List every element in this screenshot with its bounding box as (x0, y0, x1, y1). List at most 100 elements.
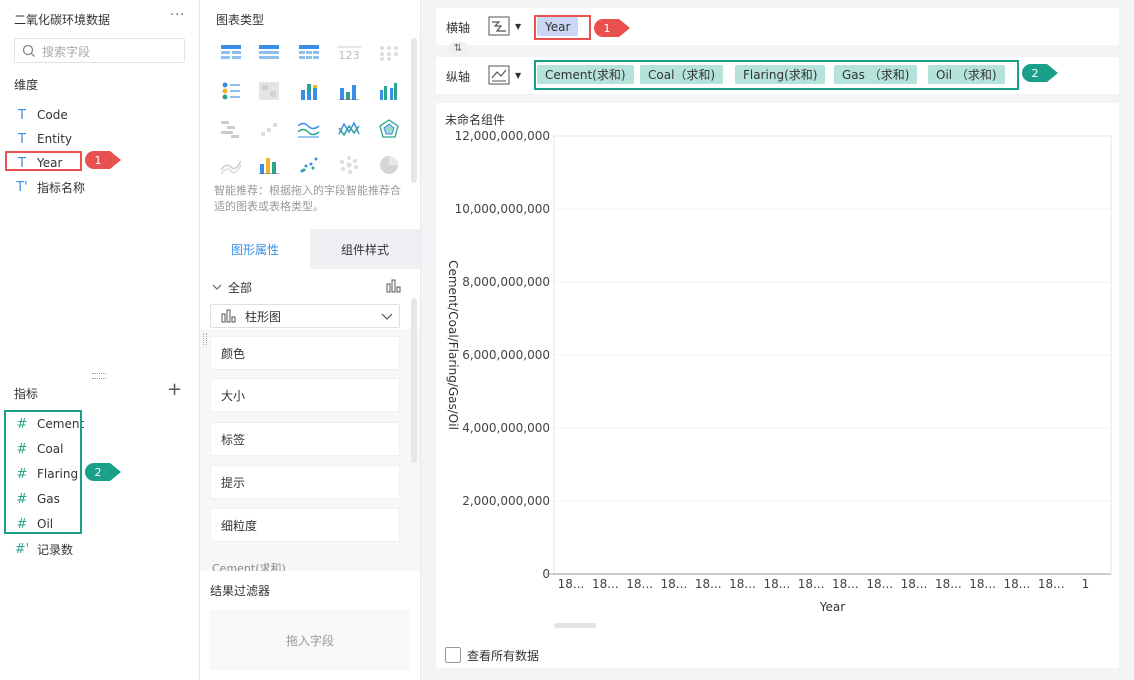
multi-series-icon[interactable] (216, 76, 246, 106)
combo-chart-icon[interactable] (254, 150, 284, 180)
panel-resize-handle[interactable] (92, 373, 106, 379)
y-axis-type-icon[interactable] (488, 65, 510, 85)
field-label: 记录数 (37, 542, 74, 557)
chevron-down-icon (212, 284, 222, 290)
text-type-icon: T (18, 107, 26, 123)
number-type-icon: #' (14, 541, 30, 557)
x-tick-label: 18... (866, 577, 893, 591)
recommendation-hint: 智能推荐：根据拖入的字段智能推荐合适的图表或表格类型。 (214, 184, 401, 213)
x-tick-label: 18... (661, 577, 688, 591)
y-tick-label: 4,000,000,000 (462, 421, 550, 435)
x-tick-label: 18... (969, 577, 996, 591)
heatmap-icon[interactable] (254, 76, 284, 106)
property-size[interactable]: 大小 (210, 378, 400, 412)
badge-number: 2 (95, 466, 102, 479)
property-label[interactable]: 标签 (210, 422, 400, 456)
badge-number: 2 (1032, 67, 1039, 80)
dimension-field-indicator-name[interactable]: T' 指标名称 (14, 176, 85, 198)
cross-table-icon[interactable] (294, 38, 324, 68)
dimension-field-code[interactable]: T Code (14, 104, 68, 126)
callout-badge-1-left: 1 (85, 151, 121, 169)
pie-chart-icon[interactable] (374, 150, 404, 180)
badge-number: 1 (95, 154, 102, 167)
tab-component-style[interactable]: 组件样式 (310, 229, 420, 269)
kpi-number-icon[interactable]: 123 (334, 38, 364, 68)
property-color[interactable]: 颜色 (210, 336, 400, 370)
scatter-chart-icon[interactable] (294, 150, 324, 180)
caret-down-icon[interactable]: ▼ (515, 71, 521, 80)
dot-table-icon[interactable] (374, 38, 404, 68)
more-icon[interactable]: ··· (170, 8, 185, 23)
property-tabs: 图形属性 组件样式 (200, 229, 420, 269)
radar-chart-icon[interactable] (374, 114, 404, 144)
all-series-label: 全部 (228, 280, 253, 295)
measures-title: 指标 (14, 387, 39, 401)
chart-horizontal-scrollbar (554, 623, 596, 628)
y-axis-title: Cement/Coal/Flaring/Gas/Oil (446, 260, 460, 430)
x-tick-label: 18... (1004, 577, 1031, 591)
group-table-icon[interactable] (254, 38, 284, 68)
x-tick-label: 18... (901, 577, 928, 591)
x-tick-label: 1 (1082, 577, 1090, 591)
x-axis-label: 横轴 (446, 21, 471, 35)
bubble-chart-icon[interactable] (334, 150, 364, 180)
chart-component: 未命名组件 12,000,000,000 10,000,000,000 8,000,… (436, 103, 1119, 668)
field-label: Code (37, 108, 68, 122)
x-tick-label: 18... (695, 577, 722, 591)
dimensions-title: 维度 (14, 78, 39, 92)
waterfall-icon[interactable] (216, 114, 246, 144)
property-tooltip[interactable]: 提示 (210, 465, 400, 499)
config-panel: 图表类型 123 智能推荐：根据拖入的字段智能推荐合适的图表或表格类型。 图形属… (200, 0, 421, 680)
badge-number: 1 (604, 22, 611, 35)
filter-drop-zone[interactable]: 拖入字段 (210, 610, 410, 670)
x-tick-label: 18... (832, 577, 859, 591)
polyline-chart-icon[interactable] (334, 114, 364, 144)
graphic-properties-panel: 全部 柱形图 颜色 大小 标签 提示 细粒度 Cement(求和) (200, 269, 420, 571)
series-row-cement[interactable]: Cement(求和) (212, 560, 286, 571)
dimension-field-entity[interactable]: T Entity (14, 128, 72, 150)
step-chart-icon[interactable] (254, 114, 284, 144)
callout-badge-2-right: 2 (1022, 64, 1058, 82)
chart-type-scrollbar[interactable] (411, 38, 417, 183)
show-all-data-checkbox[interactable] (445, 647, 461, 663)
x-tick-label: 18... (763, 577, 790, 591)
field-label: Entity (37, 132, 73, 146)
field-label: 指标名称 (37, 180, 86, 195)
chevron-down-icon (381, 313, 393, 320)
all-series-toggle[interactable]: 全部 (212, 277, 402, 297)
panel-drag-handle[interactable] (203, 333, 207, 345)
area-chart-icon[interactable] (216, 150, 246, 180)
search-icon (22, 44, 35, 57)
bar-type-icon (386, 279, 401, 293)
callout-badge-1-right: 1 (594, 19, 630, 37)
chart-type-select[interactable]: 柱形图 (210, 304, 400, 328)
y-tick-label: 12,000,000,000 (455, 129, 550, 143)
caret-down-icon[interactable]: ▼ (515, 22, 521, 31)
tab-graphic-properties[interactable]: 图形属性 (200, 229, 310, 269)
x-tick-label: 18... (1038, 577, 1065, 591)
show-all-data-label: 查看所有数据 (467, 649, 540, 663)
property-scrollbar[interactable] (411, 298, 417, 463)
stacked-bar-icon[interactable] (294, 76, 324, 106)
bar-chart[interactable]: 12,000,000,00010,000,000,0008,000,000,00… (436, 103, 1119, 633)
property-granularity[interactable]: 细粒度 (210, 508, 400, 542)
chart-type-select-value: 柱形图 (245, 309, 282, 324)
grouped-bar-icon[interactable] (374, 76, 404, 106)
y-axis-highlight-box (534, 60, 1019, 90)
x-axis-highlight-box (534, 15, 591, 40)
swap-axes-icon[interactable]: ⇅ (448, 42, 468, 56)
x-axis-title: Year (819, 600, 845, 614)
bar-chart-icon[interactable] (334, 76, 364, 106)
search-input[interactable]: 搜索字段 (14, 38, 185, 63)
measure-field-record-count[interactable]: #' 记录数 (14, 538, 73, 560)
y-tick-label: 10,000,000,000 (455, 202, 550, 216)
y-axis-label: 纵轴 (446, 70, 471, 84)
add-measure-icon[interactable]: + (167, 381, 182, 399)
x-tick-label: 18... (935, 577, 962, 591)
x-tick-label: 18... (626, 577, 653, 591)
x-tick-label: 18... (798, 577, 825, 591)
x-axis-type-icon[interactable] (488, 16, 510, 36)
table-icon[interactable] (216, 38, 246, 68)
line-chart-icon[interactable] (294, 114, 324, 144)
search-placeholder: 搜索字段 (42, 45, 91, 59)
